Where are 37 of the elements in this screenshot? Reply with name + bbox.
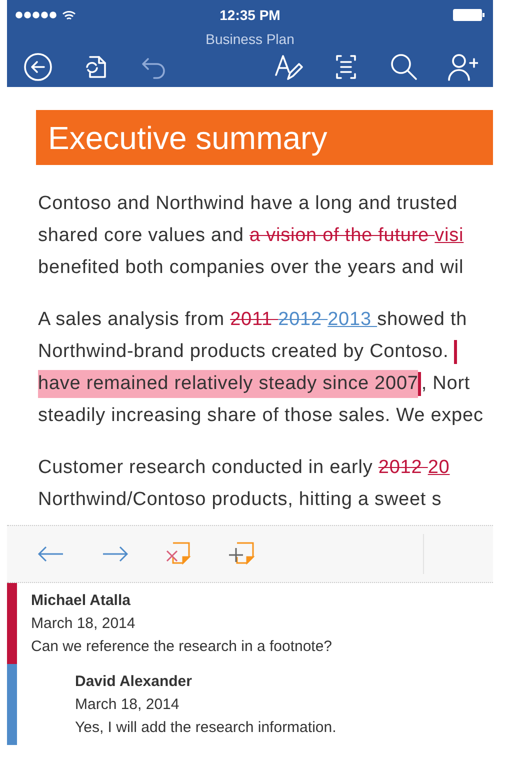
signal-icon	[15, 11, 59, 19]
comment-marker	[454, 340, 458, 364]
heading-text: Executive summary	[48, 122, 328, 154]
back-button[interactable]	[22, 51, 54, 83]
comment-text: Can we reference the research in a footnote?	[31, 637, 332, 657]
search-icon	[388, 51, 420, 83]
status-time: 12:35 PM	[220, 6, 280, 24]
inserted-text: 2013	[328, 308, 372, 332]
body-text: shared core values and	[38, 224, 245, 248]
share-button[interactable]	[446, 51, 478, 83]
deleted-text: 2012	[378, 456, 424, 480]
body-text: Northwind/Contoso products, hitting a sweet s	[38, 488, 442, 512]
search-button[interactable]	[388, 51, 420, 83]
document-title: Business Plan	[206, 32, 294, 46]
body-text: showed th	[377, 308, 468, 332]
inserted-text: 20	[428, 456, 450, 480]
comment-marker	[418, 372, 422, 396]
comment-date: March 18, 2014	[75, 695, 180, 715]
body-text: Northwind-brand products created by Contoso.	[38, 340, 450, 364]
comment-text: Yes, I will add the research information.	[75, 718, 336, 738]
body-text: benefited both companies over the years and wil	[38, 256, 464, 280]
inserted-text: visi	[434, 224, 464, 248]
deleted-text: a vision of the future	[250, 224, 430, 248]
comment-date: March 18, 2014	[31, 614, 136, 634]
deleted-text: 2011	[230, 308, 274, 332]
deleted-text: 2012	[278, 308, 323, 332]
comment-author: Michael Atalla	[31, 591, 130, 611]
body-text: steadily increasing share of those sales. We expec	[38, 404, 484, 428]
person-add-icon	[446, 51, 478, 83]
battery-icon	[453, 9, 485, 21]
body-text: A sales analysis from	[38, 308, 226, 332]
body-text: Customer research conducted in early	[38, 456, 374, 480]
body-text: , Nort	[421, 372, 470, 396]
body-text: Contoso and Northwind have a long and trusted	[38, 192, 458, 216]
wifi-icon	[62, 10, 76, 20]
highlighted-text: have remained relatively steady since 2007	[38, 370, 418, 398]
comment-author: David Alexander	[75, 672, 192, 692]
